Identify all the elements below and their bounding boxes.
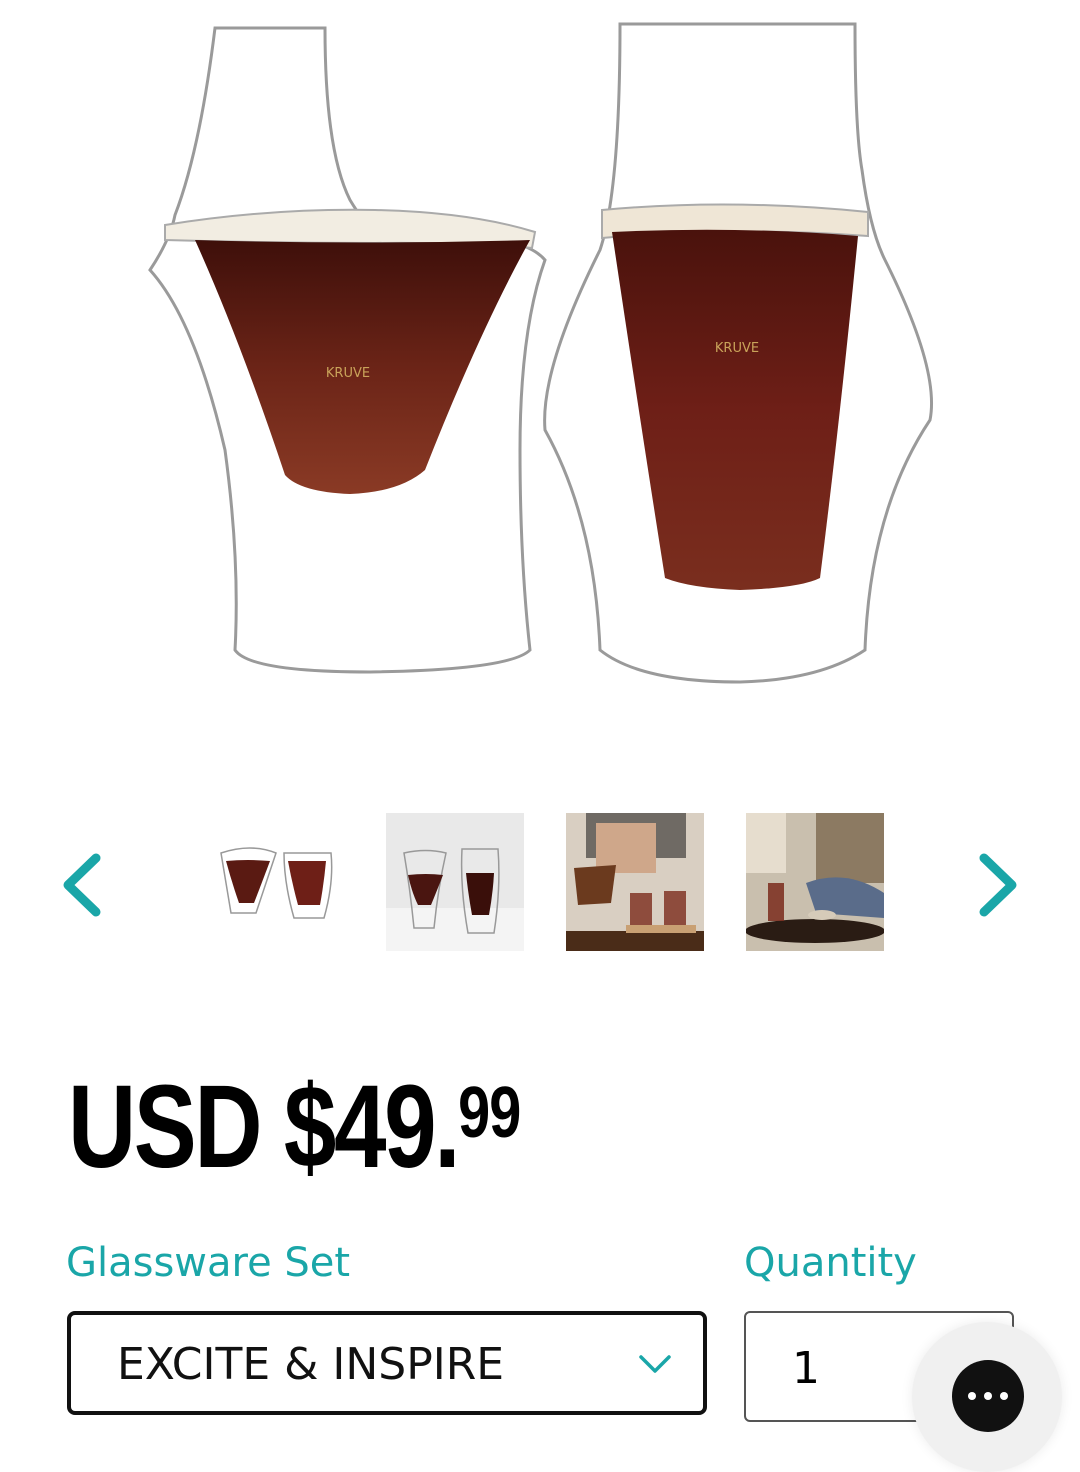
- thumbnail-2[interactable]: [386, 813, 524, 951]
- quantity-value: 1: [792, 1343, 820, 1394]
- price-main: USD $49.: [68, 1061, 460, 1193]
- price-cents: 99: [458, 1073, 521, 1153]
- thumbnail-image-lifestyle: [746, 813, 884, 951]
- brand-mark-left: KRUVE: [326, 366, 370, 381]
- thumbnail-image-glasses: [206, 813, 344, 951]
- glassware-set-label: Glassware Set: [66, 1240, 351, 1286]
- chevron-down-icon: [639, 1355, 671, 1373]
- thumbnail-3[interactable]: [566, 813, 704, 951]
- glasses-illustration: KRUVE KRUVE: [148, 22, 934, 684]
- thumbnail-1[interactable]: [206, 813, 344, 951]
- product-main-image: KRUVE KRUVE: [0, 0, 1080, 760]
- glassware-set-value: EXCITE & INSPIRE: [117, 1339, 505, 1390]
- thumbnail-4[interactable]: [746, 813, 884, 951]
- thumbnail-image-pouring: [566, 813, 704, 951]
- thumbnail-image-glasses-table: [386, 813, 524, 951]
- carousel-next-button[interactable]: [958, 840, 1038, 930]
- chevron-right-icon: [979, 853, 1017, 917]
- quantity-label: Quantity: [744, 1240, 917, 1286]
- brand-mark-right: KRUVE: [715, 341, 759, 356]
- glassware-set-select[interactable]: EXCITE & INSPIRE: [67, 1311, 707, 1415]
- carousel-prev-button[interactable]: [42, 840, 122, 930]
- product-price: USD $49.99: [68, 1062, 521, 1192]
- chat-bubble-icon: [968, 1392, 1008, 1400]
- chevron-left-icon: [63, 853, 101, 917]
- chat-button[interactable]: [952, 1360, 1024, 1432]
